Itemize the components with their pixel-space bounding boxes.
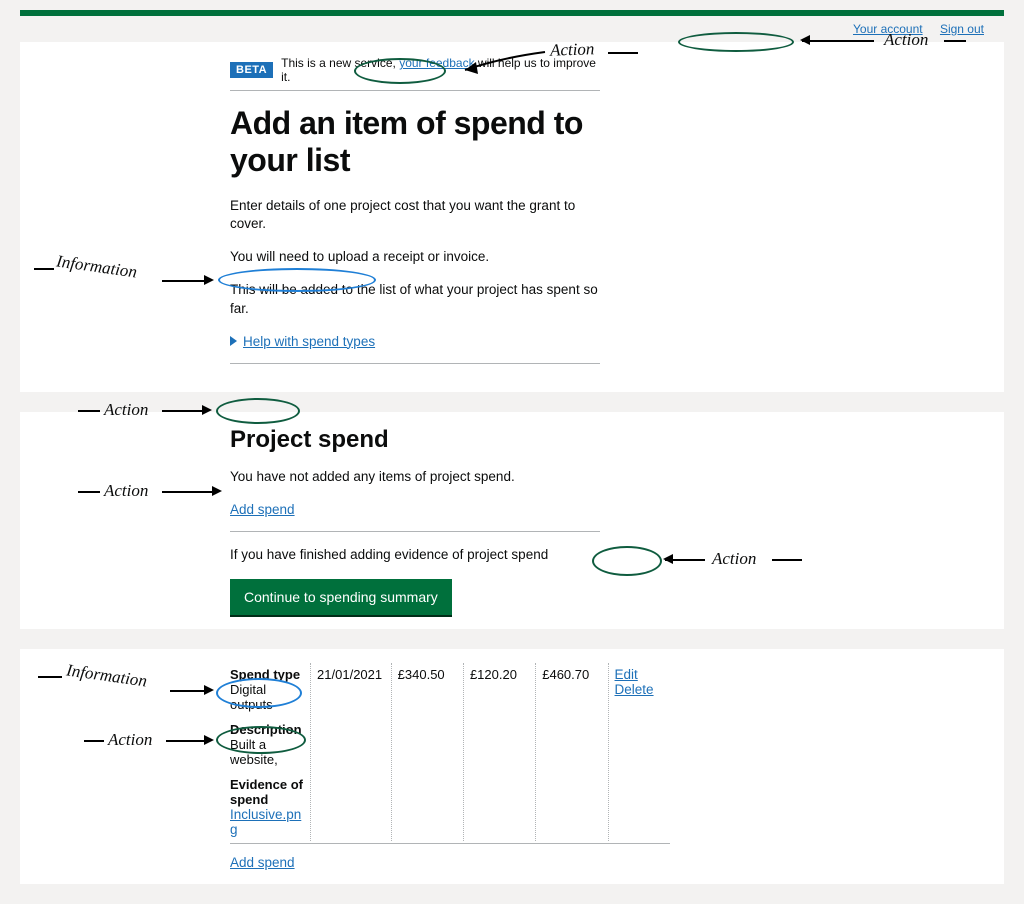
beta-text-pre: This is a new service, xyxy=(281,56,396,70)
beta-badge: BETA xyxy=(230,62,273,78)
arrow-tail xyxy=(34,268,54,270)
delete-link[interactable]: Delete xyxy=(615,682,664,697)
date-cell: 21/01/2021 xyxy=(311,663,392,841)
arrow-tail xyxy=(78,410,100,412)
evidence-file-link[interactable]: Inclusive.png xyxy=(230,807,301,837)
continue-button[interactable]: Continue to spending summary xyxy=(230,579,452,615)
beta-banner: BETA This is a new service, your feedbac… xyxy=(230,56,600,91)
annotation-action: Action xyxy=(108,730,152,750)
arrow-line xyxy=(162,410,204,412)
table-row: Spend type Digital outputs Description B… xyxy=(230,663,670,841)
add-spend-link-2[interactable]: Add spend xyxy=(230,855,295,870)
spend-type-label: Spend type xyxy=(230,667,304,682)
arrow-head-icon xyxy=(800,35,810,45)
finished-text: If you have finished adding evidence of … xyxy=(230,546,600,565)
arrow-tail xyxy=(78,491,100,493)
arrow-line xyxy=(170,690,206,692)
arrow-tail xyxy=(38,676,62,678)
arrow-line xyxy=(162,491,214,493)
evidence-label: Evidence of spend xyxy=(230,777,304,807)
project-spend-heading: Project spend xyxy=(230,426,600,454)
arrow-head-icon xyxy=(202,405,212,415)
intro-p2: You will need to upload a receipt or inv… xyxy=(230,248,600,267)
panel-add-spend: BETA This is a new service, your feedbac… xyxy=(20,42,1004,392)
annotation-action: Action xyxy=(550,39,595,61)
arrow-line xyxy=(802,40,874,42)
intro-p1: Enter details of one project cost that y… xyxy=(230,197,600,235)
help-spend-types-label: Help with spend types xyxy=(243,334,375,349)
disclosure-triangle-icon xyxy=(230,336,237,346)
add-spend-link[interactable]: Add spend xyxy=(230,502,295,517)
intro-p3: This will be added to the list of what y… xyxy=(230,281,600,319)
arrow-tail xyxy=(772,559,802,561)
sign-out-link[interactable]: Sign out xyxy=(940,22,984,36)
panel-spend-row: Spend type Digital outputs Description B… xyxy=(20,649,1004,884)
arrow-head-icon xyxy=(212,486,222,496)
arrow-head-icon xyxy=(204,735,214,745)
annotation-action: Action xyxy=(884,30,928,50)
arrow-head-icon xyxy=(204,685,214,695)
arrow-line xyxy=(162,280,206,282)
separator xyxy=(230,363,600,364)
net-cell: £340.50 xyxy=(391,663,463,841)
description-value: Built a website, xyxy=(230,737,304,767)
arrow-tail xyxy=(84,740,104,742)
arrow-tail xyxy=(944,40,966,42)
help-spend-types[interactable]: Help with spend types xyxy=(230,334,375,349)
panel-project-spend: Project spend You have not added any ite… xyxy=(20,412,1004,629)
vat-cell: £120.20 xyxy=(463,663,535,841)
spend-type-value: Digital outputs xyxy=(230,682,304,712)
separator xyxy=(230,531,600,532)
description-label: Description xyxy=(230,722,304,737)
annotation-action: Action xyxy=(104,481,148,501)
arrow-head-icon xyxy=(204,275,214,285)
page-title: Add an item of spend to your list xyxy=(230,105,600,179)
arrow-line xyxy=(166,740,206,742)
annotation-action: Action xyxy=(712,549,756,569)
edit-link[interactable]: Edit xyxy=(615,667,664,682)
feedback-link[interactable]: your feedback xyxy=(399,56,474,70)
arrow-tail xyxy=(608,52,638,54)
arrow-head-icon xyxy=(663,554,673,564)
empty-state-text: You have not added any items of project … xyxy=(230,468,600,487)
gross-cell: £460.70 xyxy=(536,663,608,841)
annotation-action: Action xyxy=(104,400,148,420)
account-links: Your account Sign out xyxy=(0,16,1024,42)
spend-table: Spend type Digital outputs Description B… xyxy=(230,663,670,841)
